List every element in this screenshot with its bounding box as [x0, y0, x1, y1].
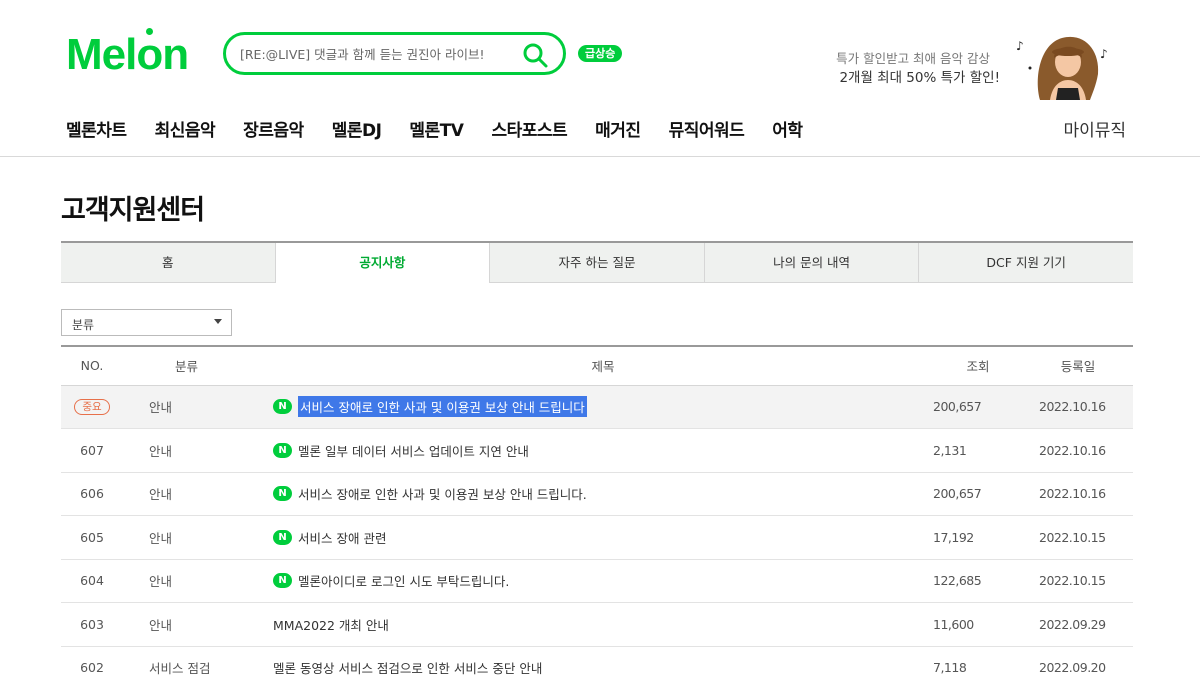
nav-item-starpost[interactable]: 스타포스트: [491, 116, 567, 141]
important-badge: 중요: [74, 399, 110, 416]
row-views: 200,657: [933, 399, 982, 415]
trending-badge[interactable]: 급상승: [578, 45, 623, 62]
row-date: 2022.09.20: [1039, 660, 1106, 675]
row-no: 602: [80, 660, 104, 675]
nav-item-genre[interactable]: 장르음악: [243, 116, 304, 141]
site-header: Melon 급상승 특가 할인받고 최애 음악 감상 2개월 최대 50% 특가…: [0, 0, 1200, 157]
row-category: 안내: [149, 400, 173, 416]
row-no: 606: [80, 486, 104, 502]
notice-title-link[interactable]: MMA2022 개최 안내: [273, 618, 389, 633]
nav-item-chart[interactable]: 멜론차트: [66, 116, 127, 141]
nav-item-music-award[interactable]: 뮤직어워드: [669, 116, 745, 141]
new-badge: N: [273, 573, 292, 589]
my-music-link[interactable]: 마이뮤직: [1063, 116, 1126, 141]
tab-faq[interactable]: 자주 하는 질문: [489, 243, 704, 283]
tab-my-inquiries[interactable]: 나의 문의 내역: [703, 243, 919, 283]
row-category: 안내: [149, 574, 173, 590]
row-no: 603: [80, 616, 104, 632]
new-badge: N: [273, 442, 292, 458]
promo-line2: 2개월 최대 50% 특가 할인!: [839, 70, 1000, 86]
header-views: 조회: [933, 346, 1023, 386]
new-badge: N: [273, 486, 292, 502]
category-select-value: 분류: [72, 318, 95, 332]
promo-line1: 특가 할인받고 최애 음악 감상: [836, 51, 990, 66]
nav-item-magazine[interactable]: 매거진: [595, 116, 641, 141]
notice-table: NO. 분류 제목 조회 등록일 중요 안내 N 서비스 장애로 인한 사과 및 …: [61, 345, 1133, 675]
category-select[interactable]: 분류: [61, 309, 232, 336]
row-views: 200,657: [933, 486, 982, 502]
row-date: 2022.10.15: [1039, 529, 1106, 545]
row-category: 서비스 점검: [149, 661, 211, 675]
header-date: 등록일: [1023, 346, 1133, 386]
notice-title-link[interactable]: 서비스 장애로 인한 사과 및 이용권 보상 안내 드립니다.: [298, 484, 587, 503]
notice-title-link[interactable]: 멜론아이디로 로그인 시도 부탁드립니다.: [298, 571, 509, 590]
page-title: 고객지원센터: [61, 195, 205, 226]
support-tabs: 홈 공지사항 자주 하는 질문 나의 문의 내역 DCF 지원 기기: [61, 241, 1133, 283]
row-no: 605: [80, 529, 104, 545]
table-row: 607 안내 N 멜론 일부 데이터 서비스 업데이트 지연 안내 2,131 2…: [61, 429, 1133, 472]
promo-banner[interactable]: 특가 할인받고 최애 음악 감상 2개월 최대 50% 특가 할인! ♪ ♪: [790, 28, 1140, 108]
melon-logo[interactable]: Melon: [66, 30, 189, 80]
row-views: 17,192: [933, 529, 974, 545]
table-row: 603 안내 MMA2022 개최 안내 11,600 2022.09.29: [61, 603, 1133, 646]
new-badge: N: [273, 399, 292, 415]
promo-illustration-icon: ♪ ♪: [1016, 36, 1108, 100]
svg-text:♪: ♪: [1016, 39, 1024, 53]
row-views: 2,131: [933, 442, 967, 458]
search-input[interactable]: [240, 44, 518, 64]
header-category: 분류: [123, 346, 273, 386]
table-row: 605 안내 N 서비스 장애 관련 17,192 2022.10.15: [61, 516, 1133, 559]
notice-title-link[interactable]: 서비스 장애로 인한 사과 및 이용권 보상 안내 드립니다: [298, 396, 587, 418]
svg-text:♪: ♪: [1100, 47, 1108, 61]
search-icon[interactable]: [521, 41, 549, 69]
row-date: 2022.10.16: [1039, 486, 1106, 502]
header-no: NO.: [61, 346, 123, 386]
row-category: 안내: [149, 443, 173, 459]
row-category: 안내: [149, 530, 173, 546]
tab-home[interactable]: 홈: [61, 243, 275, 283]
table-row: 중요 안내 N 서비스 장애로 인한 사과 및 이용권 보상 안내 드립니다 20…: [61, 385, 1133, 429]
nav-item-tv[interactable]: 멜론TV: [409, 116, 464, 141]
row-date: 2022.10.16: [1039, 442, 1106, 458]
tab-notice[interactable]: 공지사항: [274, 243, 490, 283]
table-row: 604 안내 N 멜론아이디로 로그인 시도 부탁드립니다. 122,685 20…: [61, 559, 1133, 603]
table-row: 606 안내 N 서비스 장애로 인한 사과 및 이용권 보상 안내 드립니다. …: [61, 472, 1133, 516]
notice-title-link[interactable]: 멜론 일부 데이터 서비스 업데이트 지연 안내: [298, 441, 529, 460]
new-badge: N: [273, 529, 292, 545]
row-category: 안내: [149, 617, 173, 633]
row-date: 2022.10.16: [1039, 399, 1106, 415]
main-nav: 멜론차트 최신음악 장르음악 멜론DJ 멜론TV 스타포스트 매거진 뮤직어워드…: [66, 116, 831, 141]
row-views: 11,600: [933, 616, 974, 632]
notice-title-link[interactable]: 멜론 동영상 서비스 점검으로 인한 서비스 중단 안내: [273, 661, 542, 675]
row-views: 122,685: [933, 573, 982, 589]
caret-down-icon: [214, 319, 222, 324]
row-category: 안내: [149, 487, 173, 503]
notice-title-link[interactable]: 서비스 장애 관련: [298, 528, 386, 547]
table-header-row: NO. 분류 제목 조회 등록일: [61, 346, 1133, 386]
nav-item-new-music[interactable]: 최신음악: [155, 116, 216, 141]
tab-dcf-devices[interactable]: DCF 지원 기기: [918, 243, 1133, 283]
row-no: 604: [80, 573, 104, 589]
header-title: 제목: [273, 346, 933, 386]
row-no: 607: [80, 442, 104, 458]
table-row: 602 서비스 점검 멜론 동영상 서비스 점검으로 인한 서비스 중단 안내 …: [61, 646, 1133, 675]
nav-item-dj[interactable]: 멜론DJ: [332, 116, 382, 141]
row-date: 2022.09.29: [1039, 616, 1106, 632]
row-date: 2022.10.15: [1039, 573, 1106, 589]
row-views: 7,118: [933, 660, 967, 675]
nav-item-language[interactable]: 어학: [772, 116, 803, 141]
search-box: [223, 32, 566, 75]
